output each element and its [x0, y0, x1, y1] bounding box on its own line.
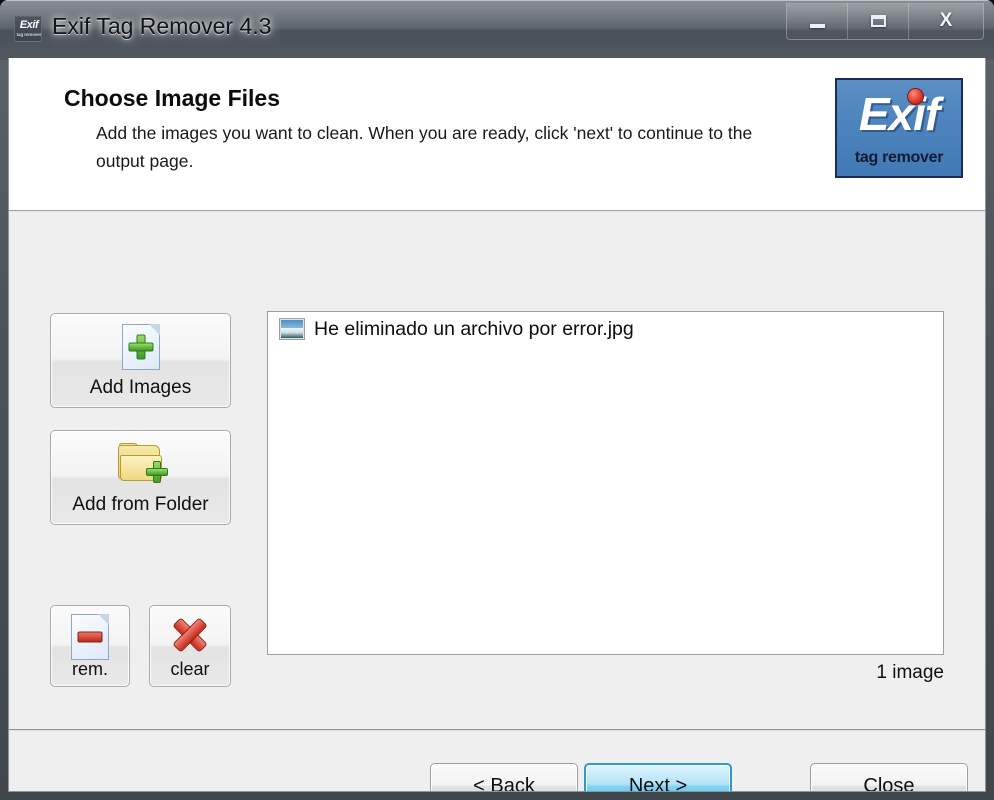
- remove-icon-wrap: [51, 614, 129, 660]
- list-item[interactable]: He eliminado un archivo por error.jpg: [268, 312, 943, 346]
- folder-add-icon: [117, 443, 168, 483]
- file-name: He eliminado un archivo por error.jpg: [314, 317, 634, 340]
- application-window: Exif tag remover Exif Tag Remover 4.3 X: [0, 0, 994, 800]
- next-button[interactable]: Next >: [584, 763, 732, 791]
- title-bar[interactable]: Exif tag remover Exif Tag Remover 4.3 X: [0, 0, 994, 60]
- page-title: Choose Image Files: [64, 85, 281, 111]
- exif-app-icon: Exif tag remover: [14, 16, 42, 42]
- main-content: Add Images Add from Folder rem. clear He…: [9, 212, 985, 731]
- client-area: Choose Image Files Add the images you wa…: [8, 58, 986, 792]
- image-thumbnail-icon: [279, 318, 305, 340]
- minimize-icon: [787, 3, 847, 39]
- back-button[interactable]: < Back: [430, 763, 578, 791]
- page-header: Choose Image Files Add the images you wa…: [9, 58, 985, 212]
- window-controls: X: [786, 3, 984, 40]
- minimize-button[interactable]: [787, 3, 848, 39]
- file-list[interactable]: He eliminado un archivo por error.jpg: [267, 311, 944, 655]
- add-from-folder-button[interactable]: Add from Folder: [50, 430, 231, 525]
- document-add-icon: [121, 324, 160, 370]
- logo-tagline: tag remover: [854, 149, 944, 166]
- close-button[interactable]: X: [909, 3, 983, 39]
- close-icon: X: [939, 10, 953, 31]
- maximize-icon: [848, 3, 908, 39]
- exif-logo: Exif tag remover: [835, 78, 963, 178]
- red-x-icon: [171, 616, 209, 654]
- logo-word: Exif: [858, 88, 940, 140]
- close-dialog-button[interactable]: Close: [810, 763, 968, 791]
- add-images-label: Add Images: [89, 377, 192, 398]
- add-images-button[interactable]: Add Images: [50, 313, 231, 408]
- maximize-button[interactable]: [848, 3, 909, 39]
- app-icon-subtext: tag remover: [16, 32, 42, 37]
- window-title: Exif Tag Remover 4.3: [52, 13, 272, 39]
- add-folder-icon-wrap: [51, 443, 230, 483]
- clear-icon-wrap: [150, 616, 230, 654]
- add-from-folder-label: Add from Folder: [72, 494, 209, 515]
- page-subtitle: Add the images you want to clean. When y…: [96, 123, 753, 171]
- logo-dot-icon: [907, 88, 924, 105]
- add-images-icon-wrap: [51, 324, 230, 370]
- document-remove-icon: [71, 614, 109, 660]
- image-count-label: 1 image: [876, 662, 944, 683]
- app-icon-word: Exif: [19, 19, 39, 31]
- footer-bar: < Back Next > Close: [9, 731, 985, 791]
